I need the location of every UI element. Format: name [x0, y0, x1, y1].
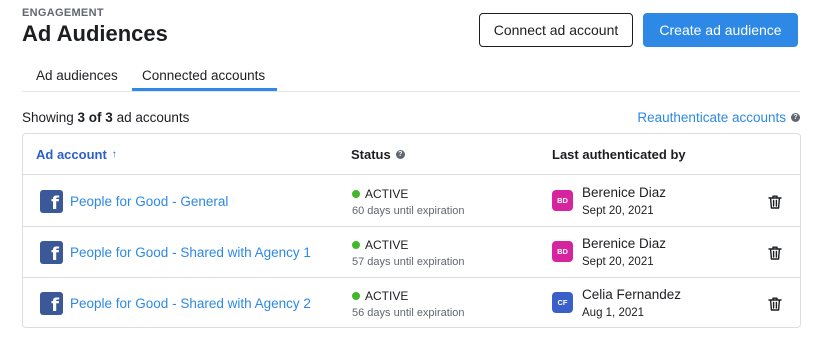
- tab-bar: Ad audiences Connected accounts: [22, 60, 800, 92]
- tab-ad-audiences[interactable]: Ad audiences: [36, 68, 118, 83]
- authenticated-date: Aug 1, 2021: [582, 307, 645, 319]
- avatar: BD: [552, 241, 573, 262]
- trash-icon[interactable]: [767, 245, 783, 261]
- table-row: f People for Good - Shared with Agency 1…: [23, 227, 800, 278]
- page-overline: ENGAGEMENT: [22, 7, 104, 19]
- ad-account-link[interactable]: People for Good - Shared with Agency 2: [70, 296, 311, 311]
- status-badge: ACTIVE: [352, 289, 408, 303]
- status-label: ACTIVE: [365, 187, 409, 201]
- summary-suffix: ad accounts: [112, 110, 190, 125]
- authenticated-by-name: Berenice Diaz: [582, 236, 667, 251]
- authenticated-date: Sept 20, 2021: [582, 256, 654, 268]
- table-row: f People for Good - Shared with Agency 2…: [23, 278, 800, 327]
- reauthenticate-accounts-link[interactable]: Reauthenticate accounts ?: [637, 110, 800, 125]
- status-label: ACTIVE: [365, 289, 409, 303]
- sort-up-icon: ↑: [111, 149, 117, 160]
- column-header-status: Status ?: [351, 147, 405, 162]
- help-icon[interactable]: ?: [791, 113, 800, 122]
- create-ad-audience-button[interactable]: Create ad audience: [643, 13, 798, 47]
- authenticated-date: Sept 20, 2021: [582, 205, 654, 217]
- table-row: f People for Good - General ACTIVE 60 da…: [23, 176, 800, 227]
- avatar: CF: [552, 292, 573, 313]
- active-status-dot: [352, 292, 360, 300]
- active-status-dot: [352, 241, 360, 249]
- page-title: Ad Audiences: [22, 21, 168, 46]
- active-tab-indicator: [132, 88, 277, 91]
- facebook-icon: f: [40, 292, 63, 315]
- tab-connected-accounts[interactable]: Connected accounts: [142, 68, 265, 83]
- status-badge: ACTIVE: [352, 238, 408, 252]
- summary-count: 3 of 3: [77, 110, 113, 125]
- help-icon[interactable]: ?: [395, 150, 405, 159]
- column-header-last-authenticated: Last authenticated by: [552, 147, 686, 162]
- facebook-icon: f: [40, 241, 63, 264]
- trash-icon[interactable]: [767, 296, 783, 312]
- column-header-ad-account[interactable]: Ad account ↑: [36, 147, 117, 162]
- expiration-text: 57 days until expiration: [352, 256, 465, 268]
- expiration-text: 60 days until expiration: [352, 205, 465, 217]
- facebook-icon: f: [40, 190, 63, 213]
- authenticated-by-name: Celia Fernandez: [582, 287, 682, 302]
- status-badge: ACTIVE: [352, 187, 408, 201]
- column-header-ad-account-label: Ad account: [36, 147, 107, 162]
- trash-icon[interactable]: [767, 194, 783, 210]
- expiration-text: 56 days until expiration: [352, 307, 465, 319]
- avatar: BD: [552, 190, 573, 211]
- connect-ad-account-button[interactable]: Connect ad account: [479, 13, 633, 47]
- active-status-dot: [352, 190, 360, 198]
- column-header-status-label: Status: [351, 147, 391, 162]
- reauthenticate-label: Reauthenticate accounts: [637, 110, 786, 125]
- ad-account-link[interactable]: People for Good - Shared with Agency 1: [70, 245, 311, 260]
- results-summary: Showing 3 of 3 ad accounts: [22, 110, 189, 125]
- status-label: ACTIVE: [365, 238, 409, 252]
- summary-prefix: Showing: [22, 110, 78, 125]
- table-header: Ad account ↑ Status ? Last authenticated…: [23, 134, 800, 175]
- connected-accounts-table: Ad account ↑ Status ? Last authenticated…: [22, 133, 801, 328]
- authenticated-by-name: Berenice Diaz: [582, 185, 667, 200]
- ad-account-link[interactable]: People for Good - General: [70, 194, 228, 209]
